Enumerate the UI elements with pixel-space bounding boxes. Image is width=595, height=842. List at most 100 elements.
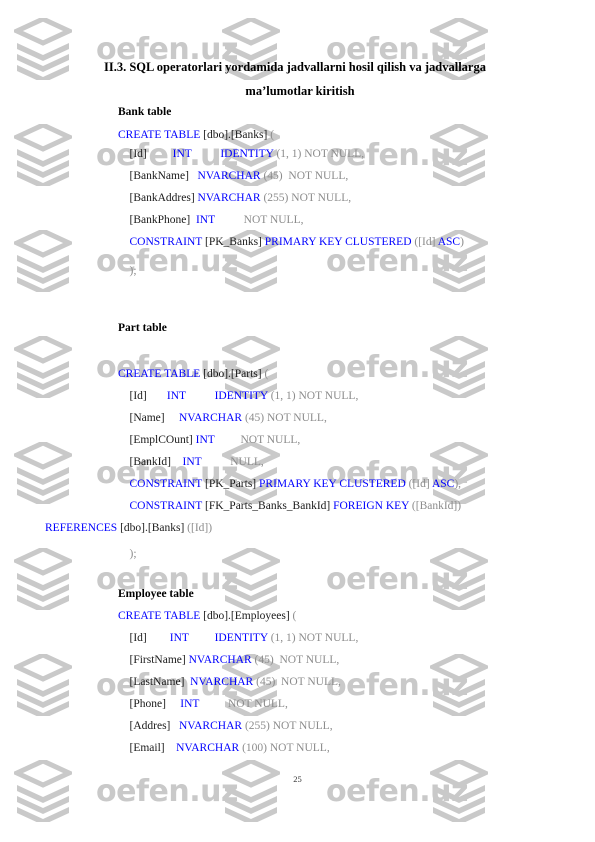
sql-keyword: CREATE TABLE: [118, 610, 201, 622]
sql-literal: NULL,: [201, 456, 264, 468]
sql-identifier: [dbo].[Employees]: [200, 610, 293, 622]
sql-identifier: [Id]: [118, 390, 167, 402]
sql-code-line: [BankName] NVARCHAR (45) NOT NULL,: [118, 170, 349, 183]
sql-code-line: [Name] NVARCHAR (45) NOT NULL,: [118, 412, 327, 425]
sql-literal: NOT NULL,: [282, 170, 349, 182]
sql-code-line: [Email] NVARCHAR (100) NOT NULL,: [118, 742, 330, 755]
page-title: II.3. SQL operatorlari yordamida jadvall…: [100, 55, 500, 103]
sql-keyword: INT: [180, 698, 200, 710]
sql-literal: NOT NULL,: [214, 214, 304, 226]
sql-identifier: [FirstName]: [118, 654, 189, 666]
sql-keyword: INT: [166, 390, 186, 402]
sql-code-line: [BankPhone] INT NOT NULL,: [118, 214, 304, 227]
sql-identifier: [BankAddres]: [118, 192, 198, 204]
sql-keyword: NVARCHAR: [179, 720, 243, 732]
sql-identifier: [LastName]: [118, 676, 191, 688]
sql-identifier: [FK_Parts_Banks_BankId]: [202, 500, 334, 512]
sql-identifier: [Phone]: [118, 698, 181, 710]
sql-literal: (: [270, 129, 275, 141]
sql-identifier: [118, 500, 130, 512]
sql-keyword: CONSTRAINT: [129, 500, 203, 512]
sql-keyword: INT: [169, 632, 189, 644]
sql-literal: ([BankId]): [409, 500, 462, 512]
sql-literal: (45): [242, 412, 265, 424]
sql-literal: );: [118, 548, 137, 560]
sql-literal: NOT NULL,: [273, 654, 340, 666]
sql-identifier: [Id]: [118, 632, 170, 644]
sql-literal: NOT NULL,: [266, 742, 330, 754]
sql-code-line: [Addres] NVARCHAR (255) NOT NULL,: [118, 720, 333, 733]
sql-literal: (255): [242, 720, 270, 732]
sql-keyword: INT: [195, 214, 215, 226]
sql-code-line: CREATE TABLE [dbo].[Employees] (: [118, 610, 296, 623]
sql-code-line: REFERENCES [dbo].[Banks] ([Id]): [45, 522, 212, 535]
sql-keyword: NVARCHAR: [190, 676, 254, 688]
sql-keyword: NVARCHAR: [188, 654, 252, 666]
sql-keyword: NVARCHAR: [176, 742, 240, 754]
sql-keyword: PRIMARY KEY CLUSTERED: [264, 236, 412, 248]
sql-code-line: CREATE TABLE [dbo].[Parts] (: [118, 368, 268, 381]
sql-identifier: [BankName]: [118, 170, 198, 182]
sql-literal: (1, 1): [267, 632, 296, 644]
sql-keyword: IDENTITY: [214, 632, 268, 644]
sql-code-line: [Id] INT IDENTITY (1, 1) NOT NULL,: [118, 390, 359, 403]
sql-literal: (1, 1): [273, 148, 302, 160]
sql-identifier: [118, 236, 130, 248]
sql-literal: NOT NULL,: [214, 434, 301, 446]
sql-keyword: NVARCHAR: [197, 170, 261, 182]
sql-literal: ([Id]: [411, 236, 438, 248]
sql-keyword: CONSTRAINT: [129, 478, 203, 490]
sql-code-line: [LastName] NVARCHAR (45) NOT NULL,: [118, 676, 341, 689]
sql-code-line: [Phone] INT NOT NULL,: [118, 698, 288, 711]
sql-literal: ([Id]: [405, 478, 432, 490]
sql-identifier: [EmplCOunt]: [118, 434, 196, 446]
sql-code-line: CONSTRAINT [FK_Parts_Banks_BankId] FOREI…: [118, 500, 462, 513]
sql-code-line: [BankAddres] NVARCHAR (255) NOT NULL,: [118, 192, 352, 205]
sql-literal: (45): [253, 676, 276, 688]
sql-code-line: CONSTRAINT [PK_Banks] PRIMARY KEY CLUSTE…: [118, 236, 464, 249]
sql-identifier: [Addres]: [118, 720, 179, 732]
sql-identifier: [118, 478, 130, 490]
sql-keyword: INT: [172, 148, 192, 160]
sql-keyword: CREATE TABLE: [118, 129, 201, 141]
sql-identifier: [PK_Parts]: [202, 478, 260, 490]
sql-code-line: );: [118, 265, 137, 278]
sql-keyword: REFERENCES: [45, 522, 118, 534]
sql-keyword: PRIMARY KEY CLUSTERED: [259, 478, 406, 490]
sql-identifier: [BankId]: [118, 456, 183, 468]
sql-keyword: ASC: [431, 478, 455, 490]
page-number: 25: [293, 774, 302, 784]
sql-literal: NOT NULL,: [269, 720, 333, 732]
sql-literal: (: [264, 368, 269, 380]
sql-literal: ([Id]): [187, 522, 213, 534]
sql-keyword: IDENTITY: [214, 390, 268, 402]
sql-literal: NOT NULL,: [295, 632, 359, 644]
sql-literal: NOT NULL,: [288, 192, 352, 204]
sql-keyword: NVARCHAR: [179, 412, 243, 424]
sql-identifier: [PK_Banks]: [202, 236, 265, 248]
sql-identifier: [Email]: [118, 742, 177, 754]
sql-literal: (255): [260, 192, 289, 204]
sql-literal: NOT NULL,: [301, 148, 365, 160]
sql-keyword: INT: [195, 434, 215, 446]
sql-keyword: ASC: [437, 236, 461, 248]
section-heading: Bank table: [118, 106, 172, 118]
sql-literal: NOT NULL,: [275, 676, 341, 688]
document-page: II.3. SQL operatorlari yordamida jadvall…: [0, 0, 595, 842]
sql-literal: NOT NULL,: [264, 412, 327, 424]
sql-code-line: CONSTRAINT [PK_Parts] PRIMARY KEY CLUSTE…: [118, 478, 462, 491]
sql-identifier: [dbo].[Banks]: [117, 522, 188, 534]
sql-code-line: [EmplCOunt] INT NOT NULL,: [118, 434, 301, 447]
sql-literal: (45): [260, 170, 283, 182]
sql-identifier: [Name]: [118, 412, 179, 424]
section-heading: Part table: [118, 322, 167, 334]
page-title-line-1: II.3. SQL operatorlari yordamida jadvall…: [104, 60, 486, 74]
sql-identifier: [186, 390, 215, 402]
sql-literal: NOT NULL,: [295, 390, 359, 402]
sql-identifier: [dbo].[Banks]: [200, 129, 271, 141]
sql-identifier: [189, 632, 215, 644]
sql-keyword: IDENTITY: [220, 148, 274, 160]
sql-keyword: CREATE TABLE: [118, 368, 201, 380]
sql-code-line: [Id] INT IDENTITY (1, 1) NOT NULL,: [118, 148, 365, 161]
page-title-line-2: ma’lumotlar kiritish: [245, 84, 355, 98]
